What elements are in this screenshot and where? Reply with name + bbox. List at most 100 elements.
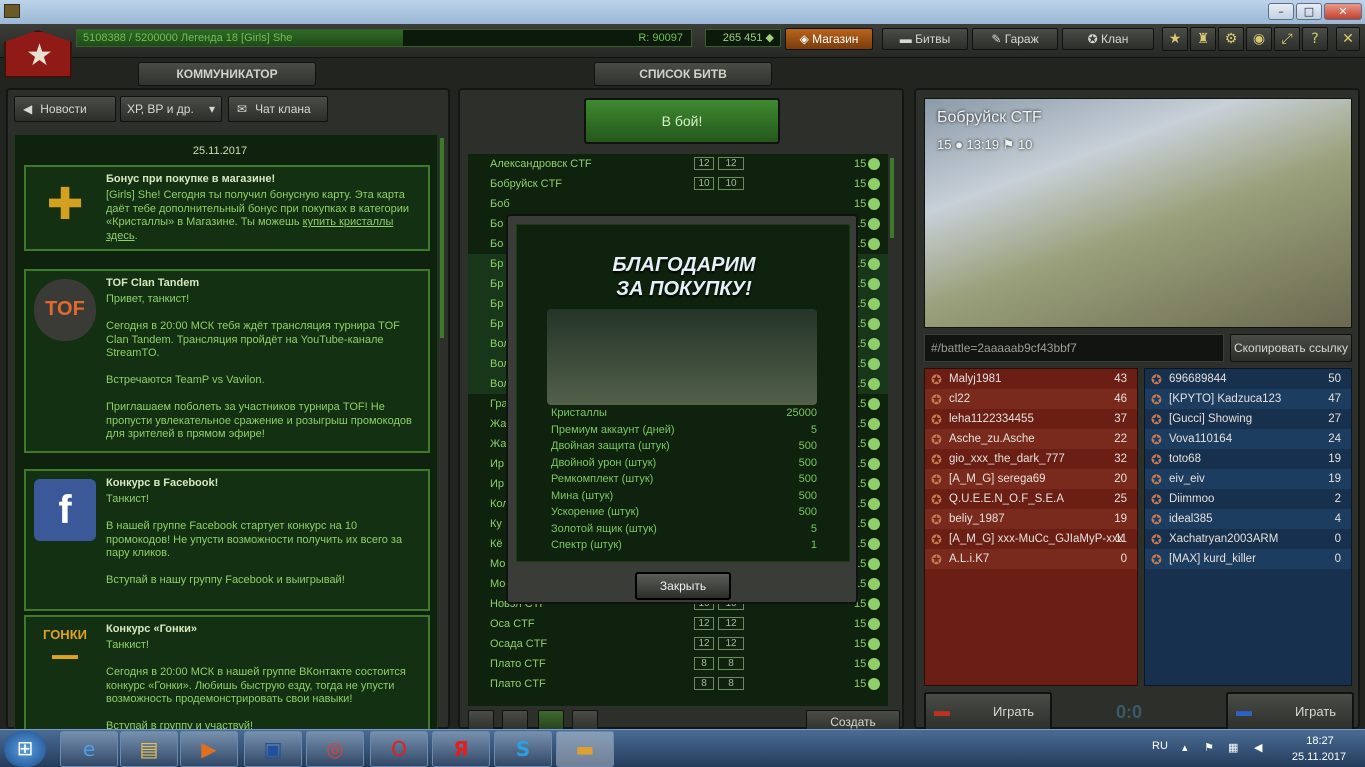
- maximize-button[interactable]: □: [1296, 3, 1322, 20]
- player-row[interactable]: ✪ Q.U.E.E.N_O.F_S.E.A 25: [925, 489, 1137, 509]
- channel-select[interactable]: ХР, ВР и др. ▾: [120, 96, 222, 122]
- sound-icon[interactable]: ◉: [1246, 27, 1272, 51]
- player-row[interactable]: ✪ cl22 46: [925, 389, 1137, 409]
- yandex-icon[interactable]: Я: [432, 731, 490, 767]
- player-name: [KPYTO] Kadzuca123: [1169, 393, 1282, 405]
- network-icon[interactable]: ▦: [1228, 741, 1242, 755]
- skype-icon[interactable]: S: [494, 731, 552, 767]
- item-value: 1: [810, 539, 817, 551]
- player-row[interactable]: ✪ [Gucci] Showing 27: [1145, 409, 1351, 429]
- battle-team2-count: 10: [718, 177, 744, 190]
- player-row[interactable]: ✪ beliy_1987 19: [925, 509, 1137, 529]
- player-score: 0: [1120, 553, 1127, 565]
- battle-team2-count: 12: [718, 617, 744, 630]
- chrome-icon[interactable]: ◎: [306, 731, 364, 767]
- player-row[interactable]: ✪ [KPYTO] Kadzuca123 47: [1145, 389, 1351, 409]
- battle-max-players: 15: [854, 678, 867, 690]
- news-button[interactable]: ◀ Новости: [14, 96, 116, 122]
- news-feed[interactable]: 25.11.2017 ✚ Бонус при покупке в магазин…: [14, 134, 438, 734]
- battle-status-icon: [868, 158, 880, 170]
- player-row[interactable]: ✪ [A_M_G] serega69 20: [925, 469, 1137, 489]
- chevron-up-icon[interactable]: ▴: [1182, 741, 1196, 755]
- clan-chat-button[interactable]: ✉ Чат клана: [228, 96, 328, 122]
- battle-row[interactable]: Оса CTF 12 12 15: [468, 614, 888, 634]
- news-card-tof: TOF TOF Clan Tandem Привет, танкист! Сег…: [24, 269, 430, 453]
- copy-link-button[interactable]: Скопировать ссылку: [1230, 334, 1352, 362]
- window-titlebar[interactable]: – □ ✕: [0, 0, 1365, 24]
- red-tank-icon: ▬: [934, 703, 950, 720]
- battle-map-name: Ир: [490, 478, 505, 490]
- settings-icon[interactable]: ⚙: [1218, 27, 1244, 51]
- shop-button[interactable]: ◈ Магазин: [785, 28, 873, 50]
- player-row[interactable]: ✪ Vova110164 24: [1145, 429, 1351, 449]
- help-button[interactable]: ?: [1302, 27, 1328, 51]
- medal-icon: ✪: [1087, 32, 1102, 46]
- player-row[interactable]: ✪ leha1122334455 37: [925, 409, 1137, 429]
- garage-button[interactable]: ✎ Гараж: [972, 28, 1058, 50]
- star-icon[interactable]: ★: [1162, 27, 1188, 51]
- fullscreen-icon[interactable]: ⤢: [1274, 27, 1300, 51]
- friends-icon[interactable]: ♜: [1190, 27, 1216, 51]
- close-window-button[interactable]: ✕: [1324, 3, 1362, 20]
- battle-row[interactable]: Плато CTF 8 8 15: [468, 674, 888, 694]
- flag-icon[interactable]: ⚑: [1204, 741, 1218, 755]
- battle-row[interactable]: Бобруйск CTF 10 10 15: [468, 174, 888, 194]
- media-player-icon[interactable]: ▶: [180, 731, 238, 767]
- battle-link-field[interactable]: #/battle=2aaaaab9cf43bbf7: [924, 334, 1224, 362]
- save-app-icon[interactable]: ▣: [244, 731, 302, 767]
- exit-icon[interactable]: ✕: [1336, 27, 1360, 51]
- channel-label: ХР, ВР и др.: [127, 102, 194, 116]
- start-button[interactable]: ⊞: [4, 731, 46, 767]
- news-label: Новости: [40, 102, 87, 116]
- player-row[interactable]: ✪ eiv_eiv 19: [1145, 469, 1351, 489]
- battles-label: Битвы: [915, 32, 951, 46]
- clock-time[interactable]: 18:27: [1290, 735, 1350, 747]
- player-score: 32: [1114, 453, 1127, 465]
- player-row[interactable]: ✪ Asche_zu.Asche 22: [925, 429, 1137, 449]
- battle-row[interactable]: Боб 15: [468, 194, 888, 214]
- facebook-icon: f: [34, 479, 96, 541]
- player-row[interactable]: ✪ toto68 19: [1145, 449, 1351, 469]
- player-row[interactable]: ✪ [MAX] kurd_killer 0: [1145, 549, 1351, 569]
- player-row[interactable]: ✪ gio_xxx_the_dark_777 32: [925, 449, 1137, 469]
- news-card-title: Конкурс в Facebook!: [106, 477, 219, 489]
- player-row[interactable]: ✪ 696689844 50: [1145, 369, 1351, 389]
- rank-xp-text: 5108388 / 5200000 Легенда 18 [Girls] She: [83, 32, 293, 44]
- rank-icon: ✪: [931, 433, 942, 448]
- battle-row[interactable]: Осада CTF 12 12 15: [468, 634, 888, 654]
- explorer-icon[interactable]: ▤: [120, 731, 178, 767]
- player-row[interactable]: ✪ A.L.i.K7 0: [925, 549, 1137, 569]
- play-blue-button[interactable]: ▬ Играть: [1226, 692, 1354, 732]
- taskbar: ⊞ e ▤ ▶ ▣ ◎ O Я S ▬ RU ▴ ⚑ ▦ ◀ 18:27 25.…: [0, 729, 1365, 767]
- play-button[interactable]: В бой!: [584, 98, 780, 144]
- battle-map-name: Бр: [490, 278, 504, 290]
- tanki-online-taskbar-icon[interactable]: ▬: [556, 731, 614, 767]
- minimize-button[interactable]: –: [1268, 3, 1294, 20]
- item-name: Ремкомплект (штук): [551, 473, 654, 485]
- play-red-button[interactable]: ▬ Играть: [924, 692, 1052, 732]
- player-row[interactable]: ✪ Malyj1981 43: [925, 369, 1137, 389]
- player-row[interactable]: ✪ Xachatryan2003ARM 0: [1145, 529, 1351, 549]
- rating-text: R: 90097: [638, 32, 683, 44]
- opera-icon[interactable]: O: [370, 731, 428, 767]
- volume-icon[interactable]: ◀: [1254, 741, 1268, 755]
- tof-clan-logo-icon: TOF: [34, 279, 96, 341]
- battle-row[interactable]: Плато CTF 8 8 15: [468, 654, 888, 674]
- rank-icon: ✪: [1151, 393, 1162, 408]
- player-name: Q.U.E.E.N_O.F_S.E.A: [949, 493, 1065, 505]
- communicator-scrollbar[interactable]: [440, 138, 444, 338]
- player-row[interactable]: ✪ ideal385 4: [1145, 509, 1351, 529]
- battle-team1-count: 8: [694, 657, 714, 670]
- ie-icon[interactable]: e: [60, 731, 118, 767]
- battles-button[interactable]: ▬ Битвы: [882, 28, 968, 50]
- clan-button[interactable]: ✪ Клан: [1062, 28, 1154, 50]
- news-card-text: Танкист! В нашей группе Facebook стартуе…: [106, 493, 403, 586]
- clock-date[interactable]: 25.11.2017: [1286, 751, 1352, 763]
- battle-status-icon: [868, 578, 880, 590]
- player-row[interactable]: ✪ [A_M_G] xxx-MuCc_GJIaMyP-xxx 11: [925, 529, 1137, 549]
- close-dialog-button[interactable]: Закрыть: [635, 572, 731, 600]
- battle-list-scrollbar[interactable]: [890, 158, 894, 238]
- input-language[interactable]: RU: [1152, 740, 1168, 752]
- battle-row[interactable]: Александровск CTF 12 12 15: [468, 154, 888, 174]
- player-row[interactable]: ✪ Diimmoo 2: [1145, 489, 1351, 509]
